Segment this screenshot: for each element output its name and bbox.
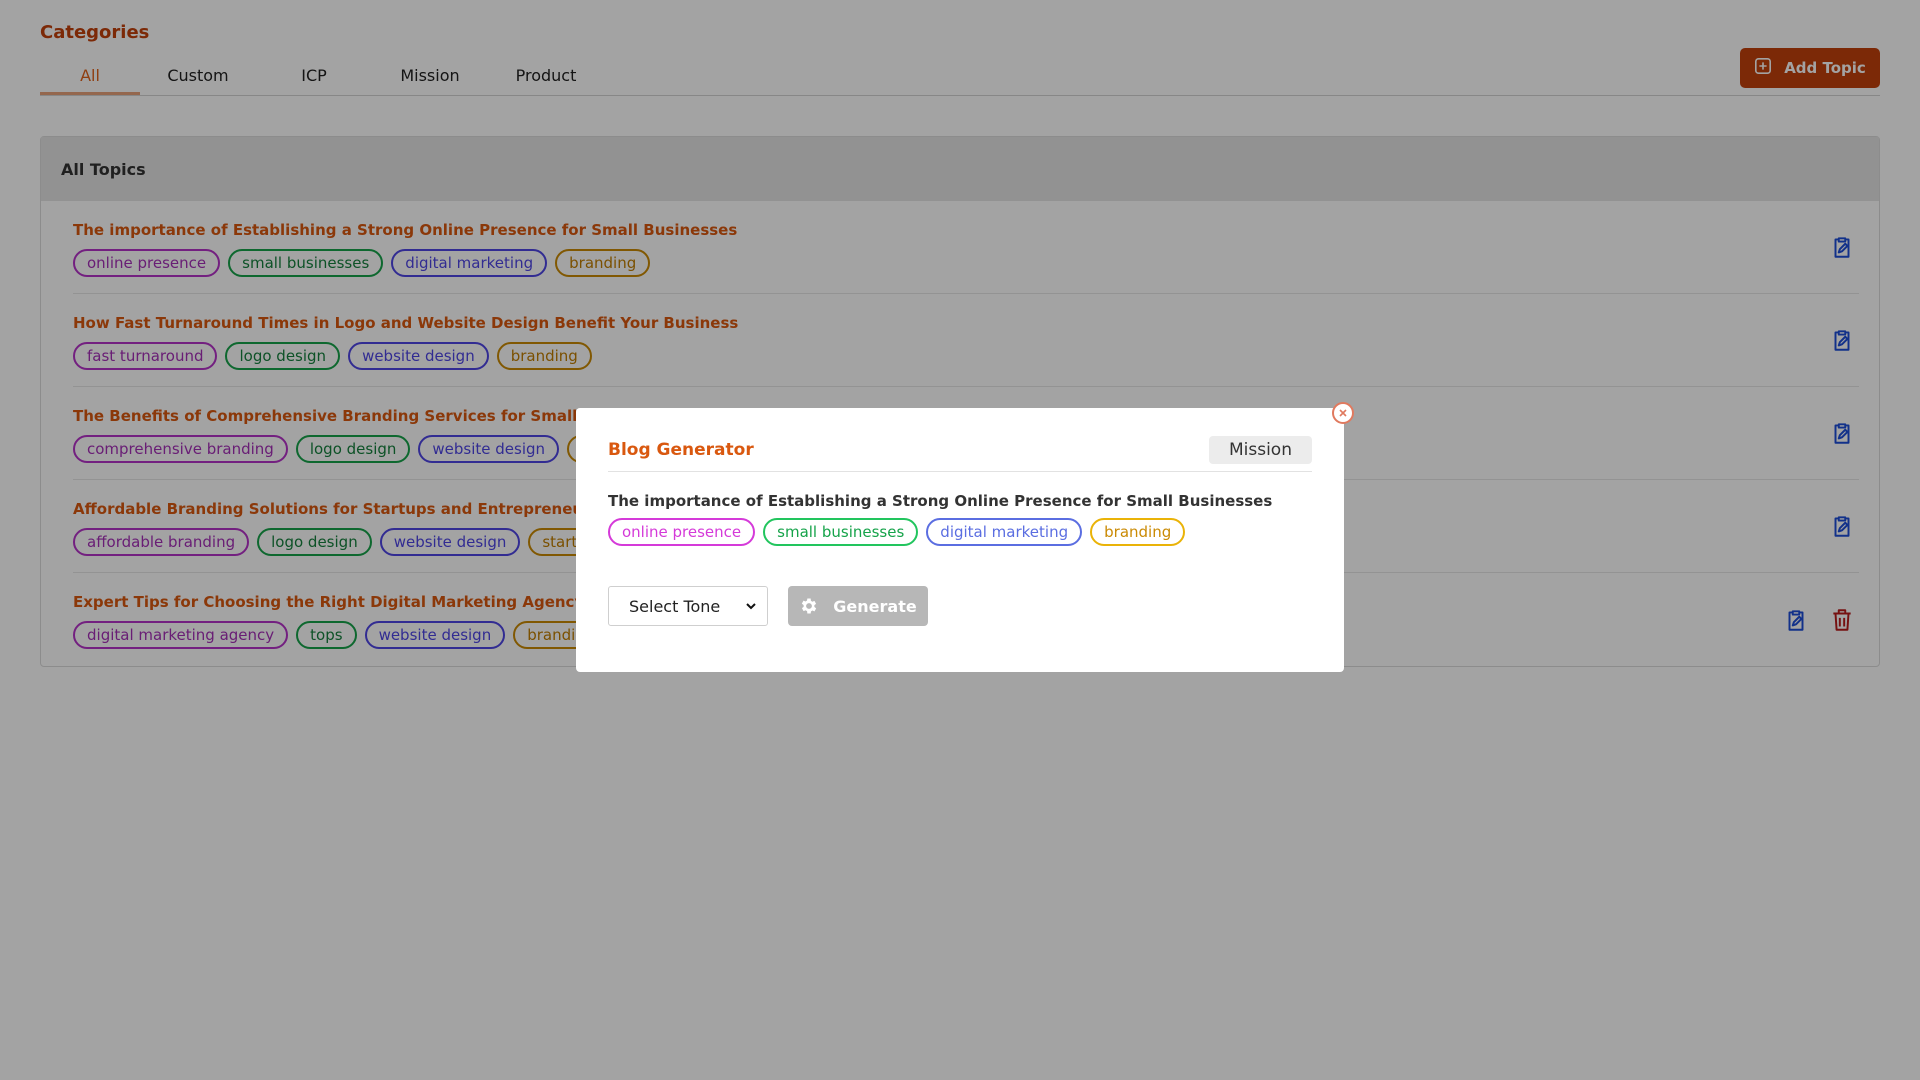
modal-topic-title: The importance of Establishing a Strong … bbox=[608, 492, 1273, 510]
modal-tag-list: online presence small businesses digital… bbox=[608, 518, 1312, 546]
modal-title: Blog Generator bbox=[608, 439, 754, 460]
tone-select[interactable]: Select Tone bbox=[608, 586, 768, 626]
tag: digital marketing bbox=[926, 518, 1083, 546]
close-icon bbox=[1339, 409, 1347, 417]
generator-controls: Select Tone Generate bbox=[608, 586, 1312, 626]
modal-header: Blog Generator Mission bbox=[608, 428, 1312, 472]
tag: small businesses bbox=[763, 518, 919, 546]
tag: online presence bbox=[608, 518, 756, 546]
category-badge: Mission bbox=[1208, 435, 1312, 464]
chevron-down-icon bbox=[746, 603, 756, 610]
blog-generator-modal: Blog Generator Mission The importance of… bbox=[576, 402, 1354, 672]
generate-button[interactable]: Generate bbox=[788, 586, 928, 626]
tone-select-value: Select Tone bbox=[629, 596, 721, 616]
gear-icon bbox=[802, 598, 817, 614]
close-button[interactable] bbox=[1332, 402, 1354, 424]
generate-label: Generate bbox=[833, 596, 917, 616]
tag: branding bbox=[1090, 518, 1186, 546]
